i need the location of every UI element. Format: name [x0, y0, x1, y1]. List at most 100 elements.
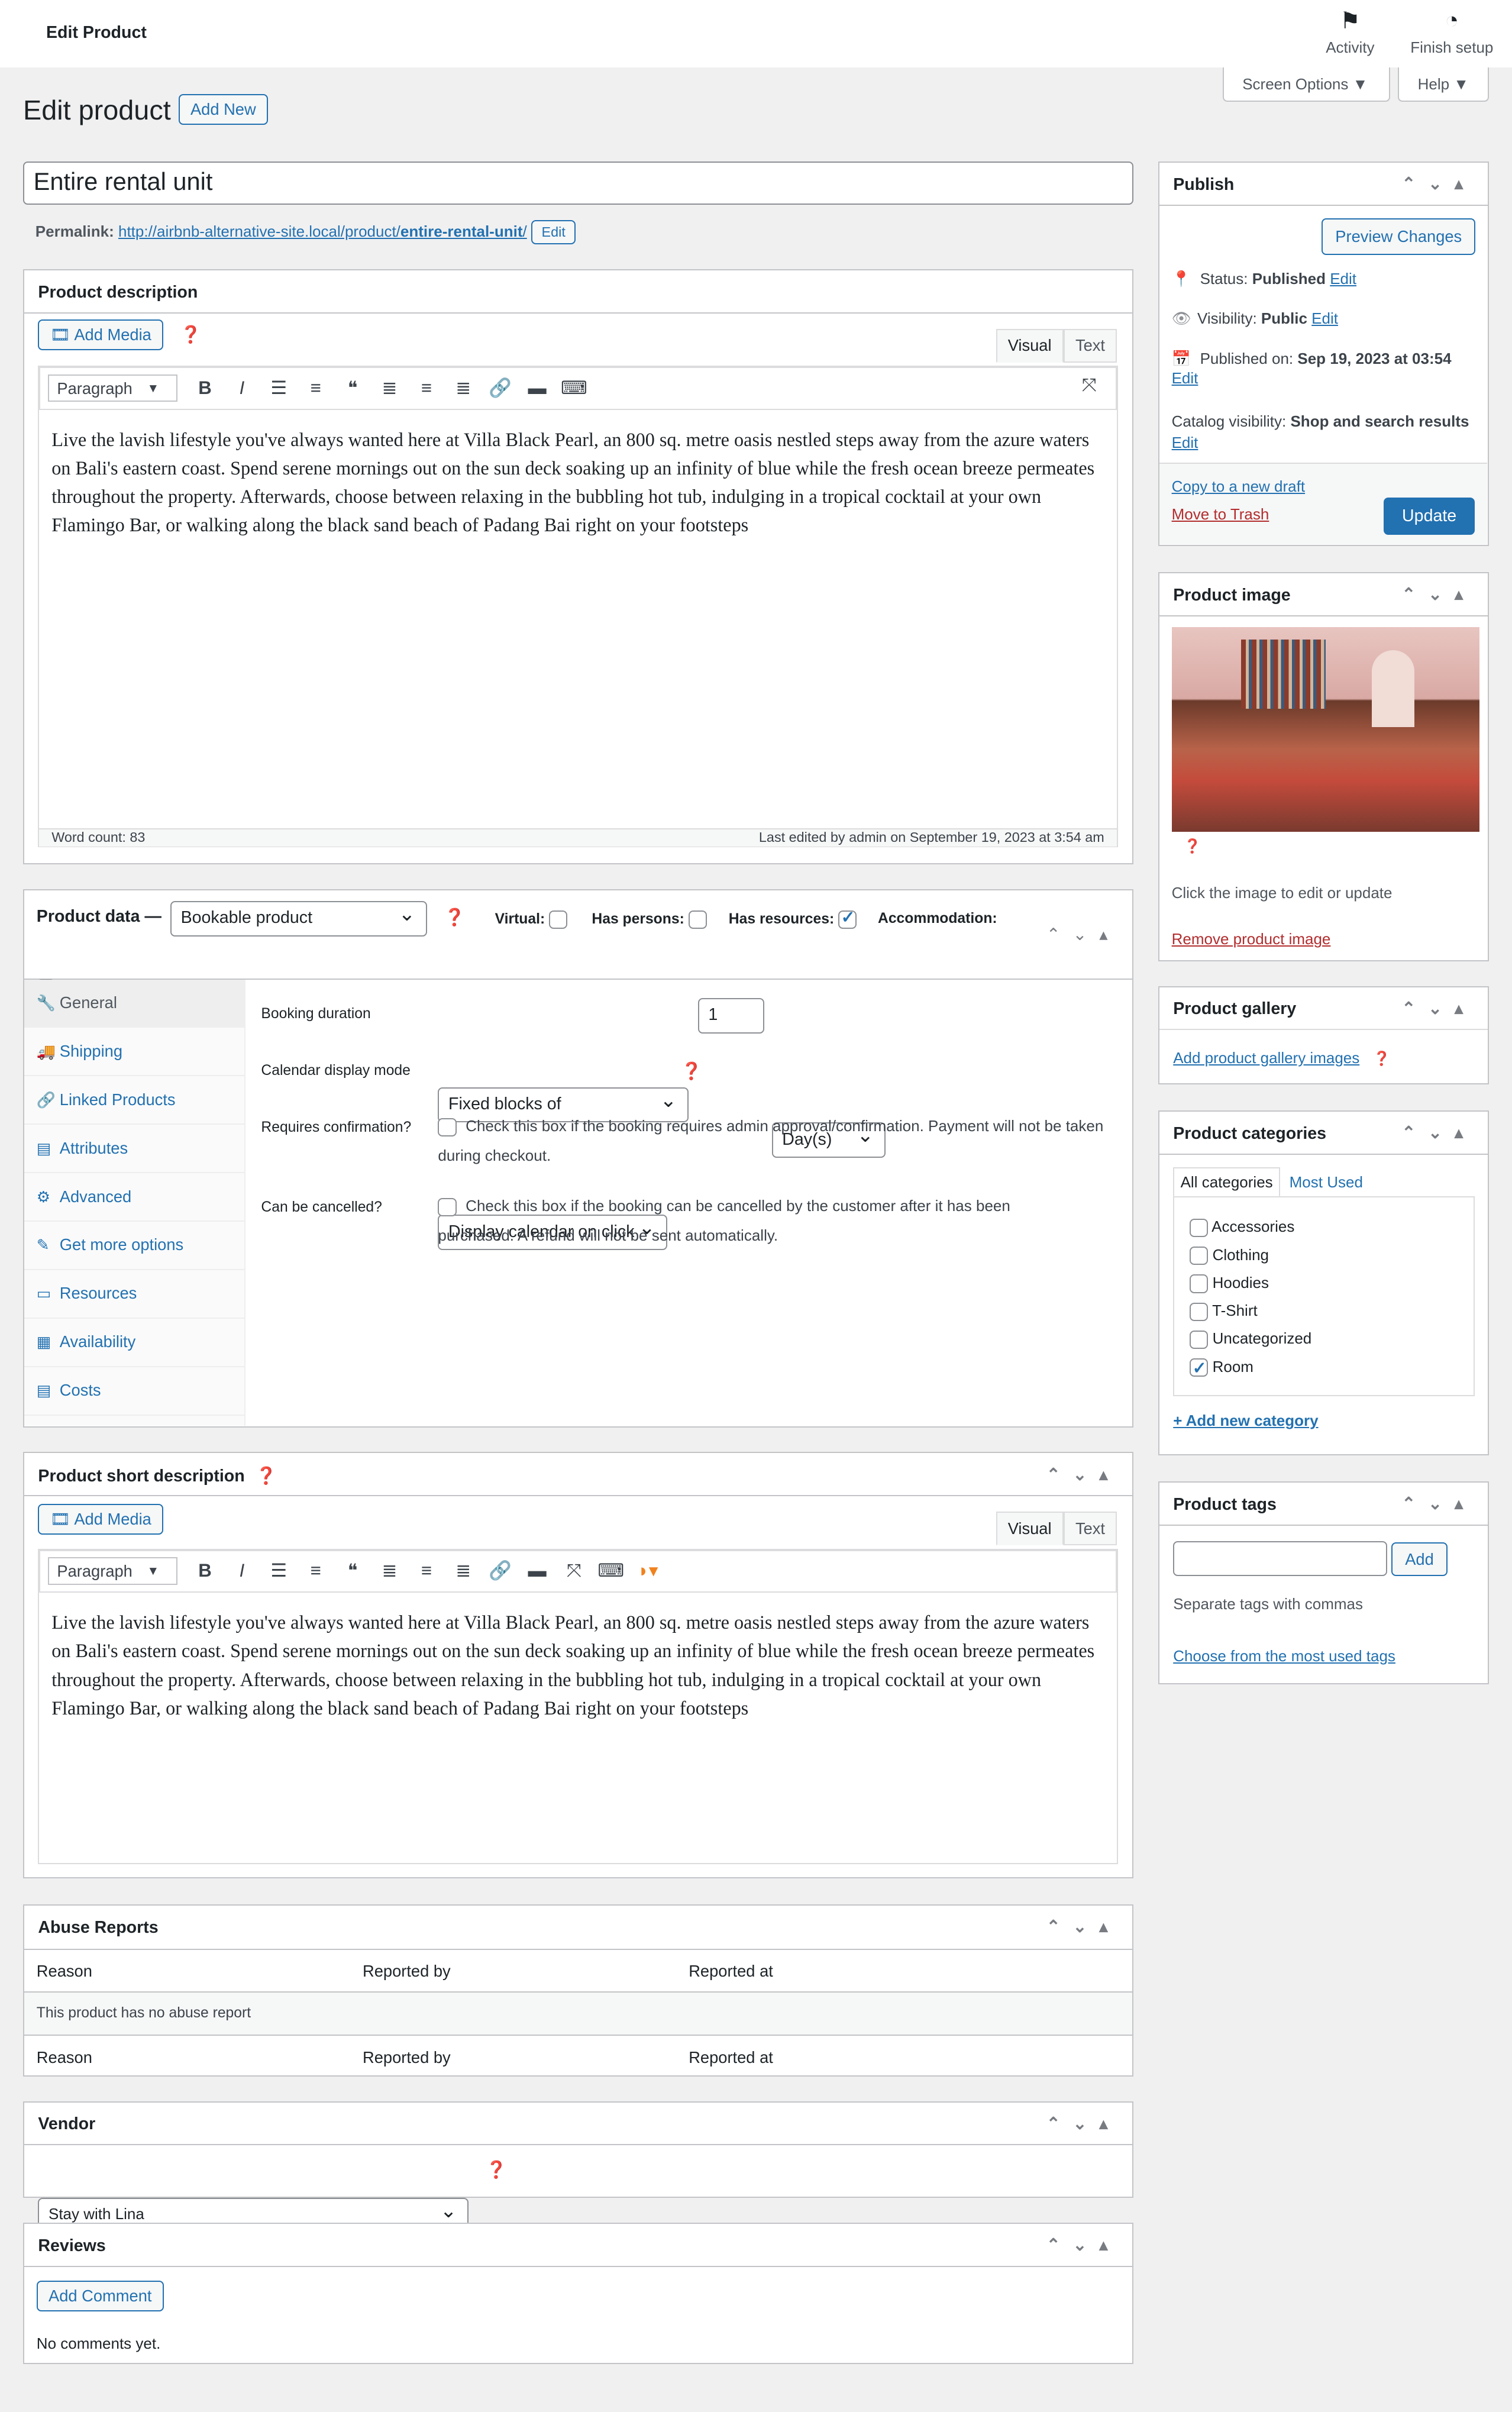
category-checkbox[interactable]: [1190, 1330, 1209, 1349]
box-controls[interactable]: ⌃⌄▴: [1401, 173, 1475, 194]
box-controls[interactable]: ⌃⌄▴: [1046, 1916, 1120, 1937]
help-icon[interactable]: ❓: [444, 907, 466, 928]
numbered-list-icon[interactable]: ≡: [298, 1560, 334, 1581]
tab-visual[interactable]: Visual: [996, 1512, 1064, 1545]
add-new-button[interactable]: Add New: [178, 94, 268, 125]
box-controls[interactable]: ⌃⌄▴: [1401, 1122, 1475, 1143]
format-select[interactable]: Paragraph ▼: [48, 374, 177, 402]
add-media-button[interactable]: 🎞 Add Media ❓: [38, 319, 201, 350]
toolbar-toggle-icon[interactable]: ⌨: [555, 377, 592, 399]
can-be-cancelled-checkbox[interactable]: [438, 1197, 457, 1217]
category-checkbox[interactable]: [1190, 1302, 1209, 1321]
fullscreen-icon[interactable]: ⤧: [1071, 374, 1107, 396]
product-type-select[interactable]: Bookable product: [170, 900, 428, 937]
read-more-icon[interactable]: ▬: [519, 377, 555, 399]
tab-resources[interactable]: ▭ Resources: [24, 1270, 245, 1319]
italic-icon[interactable]: I: [224, 1560, 260, 1581]
help-icon[interactable]: ❓: [180, 325, 202, 344]
blockquote-icon[interactable]: ❝: [334, 1560, 371, 1581]
read-more-icon[interactable]: ▬: [519, 1560, 555, 1581]
link-icon[interactable]: 🔗: [482, 1559, 519, 1581]
published-edit-link[interactable]: Edit: [1172, 369, 1198, 387]
add-gallery-images-link[interactable]: Add product gallery images: [1173, 1049, 1359, 1067]
editor-content[interactable]: Live the lavish lifestyle you've always …: [39, 410, 1116, 828]
add-media[interactable]: 🎞 Add Media: [38, 1504, 163, 1535]
virtual-checkbox[interactable]: [549, 910, 568, 929]
visibility-edit-link[interactable]: Edit: [1311, 309, 1338, 327]
tab-linked-products[interactable]: 🔗 Linked Products: [24, 1076, 245, 1125]
copy-draft-link[interactable]: Copy to a new draft: [1172, 477, 1305, 496]
tab-availability[interactable]: ▦ Availability: [24, 1319, 245, 1367]
editor-content[interactable]: Live the lavish lifestyle you've always …: [39, 1593, 1116, 1839]
box-controls[interactable]: ⌃⌄▴: [1046, 2235, 1120, 2255]
toolbar-toggle-icon[interactable]: ⌨: [593, 1560, 629, 1581]
add-new-category-link[interactable]: + Add new category: [1173, 1412, 1318, 1430]
permalink-edit-button[interactable]: Edit: [531, 219, 576, 245]
box-controls[interactable]: ⌃⌄▴: [1046, 924, 1120, 945]
tab-text[interactable]: Text: [1063, 328, 1117, 363]
bullet-list-icon[interactable]: ☰: [260, 377, 297, 399]
remove-image-link[interactable]: Remove product image: [1172, 930, 1331, 948]
tag-input[interactable]: [1173, 1541, 1387, 1577]
has-resources-checkbox[interactable]: [838, 907, 857, 929]
help-icon[interactable]: ❓: [1184, 838, 1201, 854]
align-center-icon[interactable]: ≡: [408, 1560, 445, 1581]
help-button[interactable]: Help ▼: [1398, 67, 1489, 102]
status-edit-link[interactable]: Edit: [1330, 270, 1356, 288]
product-image[interactable]: [1171, 627, 1479, 832]
catalog-edit-link[interactable]: Edit: [1172, 434, 1198, 451]
tab-visual[interactable]: Visual: [996, 328, 1064, 363]
permalink-link[interactable]: http://airbnb-alternative-site.local/pro…: [118, 222, 527, 240]
tab-text[interactable]: Text: [1063, 1512, 1117, 1545]
preview-changes-button[interactable]: Preview Changes: [1322, 218, 1475, 255]
finish-setup-button[interactable]: ◔ Finish setup: [1410, 8, 1493, 57]
has-persons-checkbox[interactable]: [688, 910, 707, 929]
align-right-icon[interactable]: ≣: [445, 1560, 482, 1581]
category-checkbox[interactable]: [1190, 1218, 1209, 1237]
tab-advanced[interactable]: ⚙ Advanced: [24, 1173, 245, 1222]
title-input[interactable]: Entire rental unit: [23, 162, 1134, 205]
align-center-icon[interactable]: ≡: [408, 377, 445, 399]
add-media[interactable]: 🎞 Add Media: [38, 319, 163, 350]
category-item[interactable]: Clothing: [1190, 1241, 1458, 1269]
italic-icon[interactable]: I: [224, 377, 260, 399]
requires-confirmation-checkbox[interactable]: [438, 1118, 457, 1136]
bold-icon[interactable]: B: [186, 1560, 223, 1581]
category-item[interactable]: T-Shirt: [1190, 1297, 1458, 1325]
box-controls[interactable]: ⌃⌄▴: [1046, 1464, 1120, 1485]
fullscreen-icon[interactable]: ⤧: [555, 1560, 592, 1582]
box-controls[interactable]: ⌃⌄▴: [1401, 998, 1475, 1019]
tab-all-categories[interactable]: All categories: [1173, 1167, 1281, 1197]
align-right-icon[interactable]: ≣: [445, 377, 482, 399]
tab-most-used[interactable]: Most Used: [1290, 1173, 1363, 1191]
screen-options-button[interactable]: Screen Options ▼: [1223, 67, 1391, 102]
align-left-icon[interactable]: ≣: [371, 1560, 408, 1581]
help-icon[interactable]: ❓: [486, 2159, 507, 2180]
box-controls[interactable]: ⌃⌄▴: [1401, 584, 1475, 605]
help-icon[interactable]: ❓: [681, 1061, 702, 1081]
numbered-list-icon[interactable]: ≡: [298, 377, 334, 399]
blockquote-icon[interactable]: ❝: [334, 377, 371, 399]
category-item[interactable]: Uncategorized: [1190, 1325, 1458, 1352]
tab-get-more-options[interactable]: ✎ Get more options: [24, 1222, 245, 1270]
add-comment-button[interactable]: Add Comment: [36, 2281, 164, 2311]
tab-general[interactable]: 🔧 General: [24, 979, 245, 1028]
add-media-button[interactable]: 🎞 Add Media: [38, 1504, 163, 1535]
category-checkbox[interactable]: [1190, 1355, 1209, 1383]
align-left-icon[interactable]: ≣: [371, 377, 408, 399]
category-checkbox[interactable]: [1190, 1247, 1209, 1265]
format-select[interactable]: Paragraph ▼: [48, 1557, 177, 1585]
category-item[interactable]: Room: [1190, 1353, 1458, 1383]
tab-shipping[interactable]: 🚚 Shipping: [24, 1028, 245, 1077]
bullet-list-icon[interactable]: ☰: [260, 1560, 297, 1581]
add-tag-button[interactable]: Add: [1391, 1542, 1448, 1576]
bold-icon[interactable]: B: [186, 377, 223, 399]
choose-most-used-tags-link[interactable]: Choose from the most used tags: [1173, 1647, 1395, 1665]
category-item[interactable]: Hoodies: [1190, 1269, 1458, 1297]
help-icon[interactable]: ❓: [256, 1467, 277, 1486]
category-item[interactable]: Accessories: [1190, 1213, 1458, 1241]
help-icon[interactable]: ❓: [1373, 1051, 1390, 1066]
duration-value-input[interactable]: 1: [697, 997, 764, 1034]
plugin-icon[interactable]: ◗▾: [629, 1560, 666, 1581]
tab-costs[interactable]: ▤ Costs: [24, 1367, 245, 1416]
